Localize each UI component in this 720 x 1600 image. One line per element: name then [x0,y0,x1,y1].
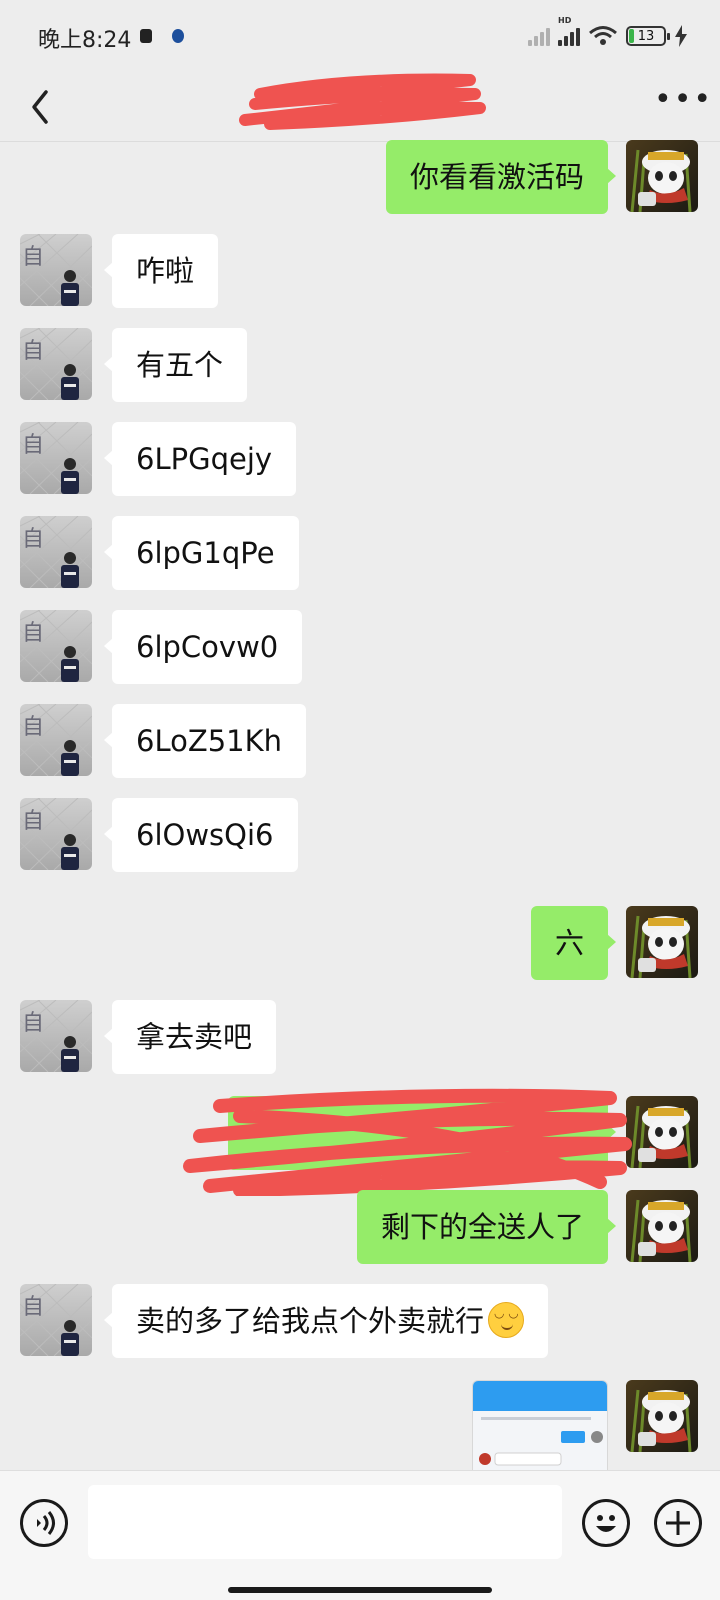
message-input[interactable] [88,1485,562,1559]
wifi-icon [589,26,617,45]
contact-avatar[interactable] [20,234,92,306]
chevron-left-icon [32,90,48,124]
input-bar [0,1470,720,1600]
chat-header: ••• [0,72,720,142]
contact-avatar[interactable] [20,610,92,682]
app-notification-icon [172,29,184,43]
more-options-button[interactable]: ••• [654,85,711,126]
message-bubble-outgoing[interactable]: 你看看激活码 [385,140,617,214]
contact-avatar[interactable] [20,704,92,776]
voice-icon [37,1511,55,1535]
message-bubble-incoming[interactable]: 卖的多了给我点个外卖就行 [103,1284,549,1358]
message-bubble-incoming[interactable]: 6lpCovw0 [103,610,303,684]
message-bubble-incoming[interactable]: 拿去卖吧 [103,1000,277,1074]
message-bubble-incoming[interactable]: 有五个 [103,328,248,402]
message-bubble-incoming[interactable]: 咋啦 [103,234,219,308]
voice-button[interactable] [20,1499,68,1547]
my-avatar[interactable] [626,140,698,212]
status-time: 晚上8:24 [38,28,132,53]
smiling-face-emoji-icon [488,1302,525,1338]
my-avatar[interactable] [626,906,698,978]
image-message-thumbnail[interactable] [472,1380,608,1476]
more-functions-button[interactable] [654,1499,702,1547]
status-bar: 晚上8:24 HD 13 [0,0,720,72]
screenshot-preview-image [473,1381,607,1466]
message-bubble-incoming[interactable]: 6lOwsQi6 [104,798,298,872]
my-avatar[interactable] [626,1190,698,1262]
contact-avatar[interactable] [20,516,92,588]
contact-avatar[interactable] [20,798,92,870]
signal-icon [528,26,550,46]
more-dots-icon: ••• [654,82,714,117]
signal-hd-icon: HD [558,16,580,46]
message-bubble-outgoing[interactable]: 剩下的全送人了 [356,1190,617,1264]
plus-icon [666,1511,690,1535]
emoji-button[interactable] [582,1499,630,1547]
message-bubble-incoming[interactable]: 6LPGqejy [103,422,297,496]
charging-icon [675,25,687,47]
back-button[interactable] [22,82,66,132]
battery-icon: 13 [626,26,670,46]
message-bubble-outgoing-redacted[interactable] [228,1096,616,1170]
home-indicator[interactable] [228,1587,492,1593]
battery-level: 13 [637,28,655,44]
contact-avatar[interactable] [20,1284,92,1356]
my-avatar[interactable] [626,1096,698,1168]
notification-icon [140,29,152,43]
my-avatar[interactable] [626,1380,698,1452]
emoji-icon [596,1515,616,1532]
message-bubble-incoming[interactable]: 6lpG1qPe [104,516,299,590]
redacted-contact-name [239,73,486,130]
message-bubble-incoming[interactable]: 6LoZ51Kh [103,704,307,778]
contact-avatar[interactable] [20,1000,92,1072]
contact-avatar[interactable] [20,328,92,400]
message-text: 卖的多了给我点个外卖就行 [136,1304,485,1338]
message-bubble-outgoing[interactable]: 六 [530,906,617,980]
contact-avatar[interactable] [20,422,92,494]
